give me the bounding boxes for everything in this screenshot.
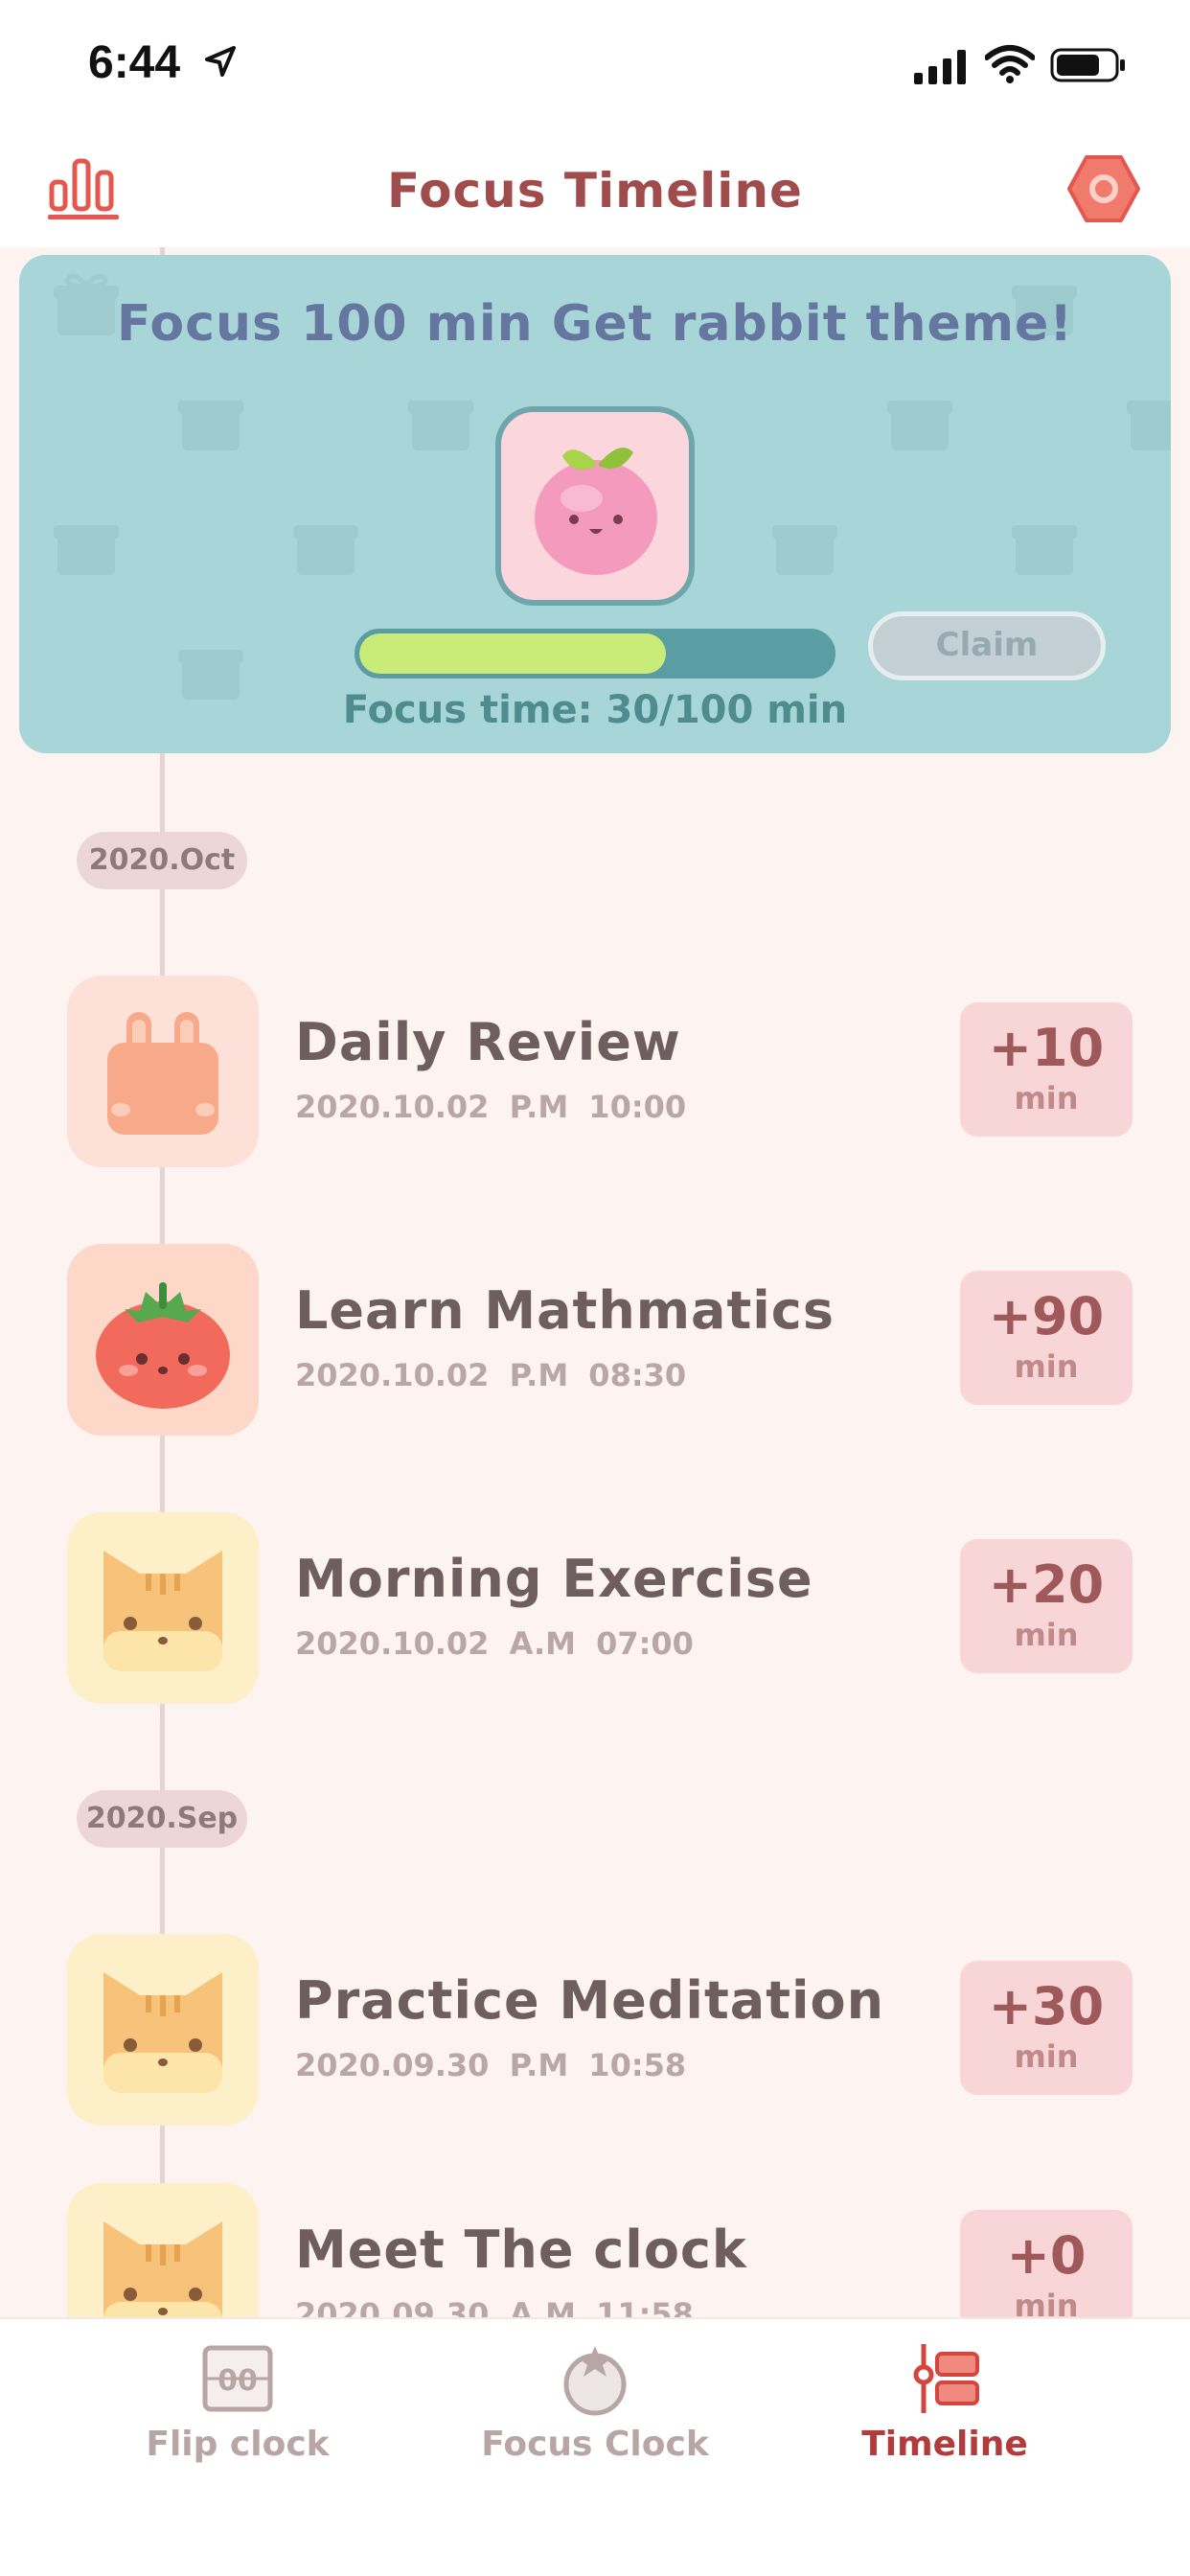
minutes-value: +20 bbox=[988, 1554, 1105, 1615]
task-icon-container bbox=[67, 1512, 259, 1704]
progress-fill bbox=[359, 633, 666, 674]
minutes-unit: min bbox=[1014, 2288, 1079, 2317]
banner-title: Focus 100 min Get rabbit theme! bbox=[116, 295, 1073, 353]
cellular-signal-icon bbox=[914, 50, 966, 84]
tab-label: Focus Clock bbox=[481, 2425, 709, 2464]
cat-icon bbox=[103, 1551, 222, 1671]
gift-icon bbox=[772, 525, 837, 575]
focus-progress-bar bbox=[355, 629, 835, 678]
settings-icon[interactable] bbox=[1067, 153, 1140, 224]
status-time: 6:44 bbox=[88, 37, 181, 88]
month-badge: 2020.Sep bbox=[77, 1790, 247, 1848]
gift-icon bbox=[178, 401, 243, 450]
reward-preview bbox=[495, 406, 695, 606]
focus-clock-icon bbox=[563, 2346, 627, 2416]
page-title: Focus Timeline bbox=[387, 163, 803, 218]
location-arrow-icon bbox=[205, 46, 236, 77]
list-item[interactable]: Morning Exercise 2020.10.02 A.M 07:00 +2… bbox=[0, 1512, 1190, 1704]
task-title: Practice Meditation bbox=[295, 1970, 885, 2031]
gift-icon bbox=[293, 525, 358, 575]
tab-label: Timeline bbox=[861, 2425, 1028, 2464]
tab-flip-clock[interactable]: 00 Flip clock bbox=[94, 2319, 381, 2511]
task-datetime: 2020.10.02 P.M 08:30 bbox=[295, 1357, 687, 1393]
list-item[interactable]: Meet The clock 2020.09.30 A.M 11:58 +0 m… bbox=[0, 2183, 1190, 2317]
task-title: Daily Review bbox=[295, 1012, 681, 1072]
timeline-icon bbox=[913, 2344, 979, 2413]
gift-icon bbox=[408, 401, 473, 450]
gift-icon bbox=[887, 401, 952, 450]
minutes-badge: +0 min bbox=[960, 2210, 1133, 2317]
list-item[interactable]: Learn Mathmatics 2020.10.02 P.M 08:30 +9… bbox=[0, 1244, 1190, 1436]
navigation-bar: Focus Timeline bbox=[0, 134, 1190, 247]
tab-label: Flip clock bbox=[146, 2425, 330, 2464]
cat-icon bbox=[103, 2221, 222, 2317]
tab-timeline[interactable]: Timeline bbox=[801, 2319, 1088, 2511]
minutes-value: +30 bbox=[988, 1976, 1105, 2036]
list-item[interactable]: Practice Meditation 2020.09.30 P.M 10:58… bbox=[0, 1934, 1190, 2126]
battery-icon bbox=[1050, 48, 1125, 82]
svg-text:00: 00 bbox=[217, 2364, 258, 2398]
minutes-badge: +10 min bbox=[960, 1002, 1133, 1137]
task-icon-container bbox=[67, 976, 259, 1167]
peach-icon bbox=[535, 448, 657, 575]
task-datetime: 2020.10.02 A.M 07:00 bbox=[295, 1625, 694, 1662]
tab-focus-clock[interactable]: Focus Clock bbox=[451, 2319, 739, 2511]
task-title: Morning Exercise bbox=[295, 1549, 813, 1609]
task-icon-container bbox=[67, 1244, 259, 1436]
gift-icon bbox=[1127, 401, 1171, 450]
flip-clock-icon: 00 bbox=[202, 2345, 273, 2412]
wifi-icon bbox=[985, 45, 1035, 83]
gift-icon bbox=[1012, 525, 1077, 575]
task-icon-container bbox=[67, 1934, 259, 2126]
tab-bar: 00 Flip clock Focus Clock Timeline bbox=[0, 2317, 1190, 2576]
claim-button[interactable]: Claim bbox=[868, 611, 1106, 680]
rabbit-icon bbox=[107, 1012, 218, 1135]
minutes-badge: +20 min bbox=[960, 1539, 1133, 1673]
task-title: Meet The clock bbox=[295, 2220, 747, 2280]
minutes-unit: min bbox=[1014, 2038, 1079, 2075]
task-datetime: 2020.09.30 P.M 10:58 bbox=[295, 2047, 687, 2083]
minutes-unit: min bbox=[1014, 1348, 1079, 1385]
focus-time-text: Focus time: 30/100 min bbox=[342, 688, 848, 732]
reward-banner: Focus 100 min Get rabbit theme! Claim Fo… bbox=[19, 255, 1171, 753]
minutes-value: +0 bbox=[1006, 2225, 1087, 2286]
minutes-value: +90 bbox=[988, 1286, 1105, 1346]
tomato-icon bbox=[96, 1282, 230, 1409]
minutes-badge: +90 min bbox=[960, 1271, 1133, 1405]
minutes-unit: min bbox=[1014, 1080, 1079, 1116]
task-datetime: 2020.10.02 P.M 10:00 bbox=[295, 1089, 687, 1125]
month-badge: 2020.Oct bbox=[77, 832, 247, 889]
list-item[interactable]: Daily Review 2020.10.02 P.M 10:00 +10 mi… bbox=[0, 976, 1190, 1167]
task-title: Learn Mathmatics bbox=[295, 1280, 835, 1341]
status-bar: 6:44 bbox=[0, 0, 1190, 134]
minutes-unit: min bbox=[1014, 1617, 1079, 1653]
timeline-content[interactable]: Focus 100 min Get rabbit theme! Claim Fo… bbox=[0, 247, 1190, 2317]
task-icon-container bbox=[67, 2183, 259, 2317]
minutes-badge: +30 min bbox=[960, 1961, 1133, 2095]
task-datetime: 2020.09.30 A.M 11:58 bbox=[295, 2296, 694, 2317]
gift-icon bbox=[54, 525, 119, 575]
cat-icon bbox=[103, 1972, 222, 2093]
minutes-value: +10 bbox=[988, 1018, 1105, 1078]
